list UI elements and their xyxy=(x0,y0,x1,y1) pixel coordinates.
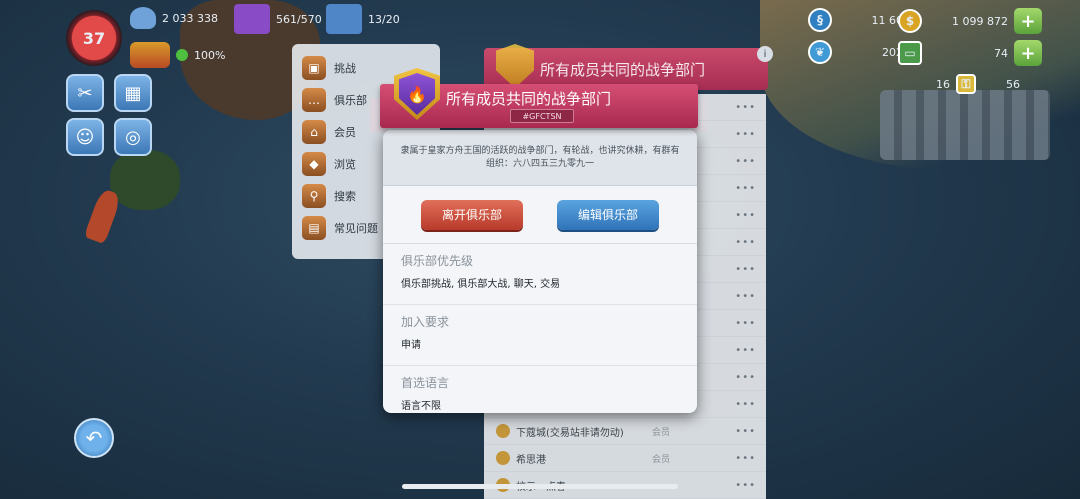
menu-item-label: 俱乐部 xyxy=(334,94,367,107)
happiness-value: 100% xyxy=(194,48,226,62)
population-stat[interactable]: 2 033 338 xyxy=(130,7,218,29)
simoleons-stat[interactable]: § 11 602 xyxy=(808,8,910,32)
chest-icon: ▣ xyxy=(302,56,326,80)
more-options-icon[interactable]: ••• xyxy=(735,183,756,194)
member-role: 会员 xyxy=(652,454,671,465)
people-button[interactable]: ☺ xyxy=(66,118,104,156)
dialog-actions: 离开俱乐部 编辑俱乐部 xyxy=(383,186,697,244)
more-options-icon[interactable]: ••• xyxy=(735,291,756,302)
more-options-icon[interactable]: ••• xyxy=(735,399,756,410)
magnifier-icon: ⚲ xyxy=(302,184,326,208)
section-title: 俱乐部优先级 xyxy=(401,254,474,268)
priority-section: 俱乐部优先级 俱乐部挑战, 俱乐部大战, 聊天, 交易 xyxy=(383,244,697,305)
shield-icon: ◆ xyxy=(302,152,326,176)
city-buildings xyxy=(880,90,1050,160)
golden-keys-stat[interactable]: ❦ 2022 xyxy=(808,40,910,64)
smile-icon xyxy=(176,49,188,61)
menu-item-label: 常见问题 xyxy=(334,222,378,235)
storage-icon xyxy=(234,4,270,34)
calendar-icon: ▦ xyxy=(124,82,142,104)
war-value-1: 16 xyxy=(936,77,950,91)
bills-value: 74 xyxy=(994,46,1008,60)
simcash-value: 1 099 872 xyxy=(952,14,1008,28)
more-options-icon[interactable]: ••• xyxy=(735,156,756,167)
undo-arrow-icon: ↶ xyxy=(85,426,103,450)
section-title: 首选语言 xyxy=(401,376,450,390)
gamepad-icon: ◎ xyxy=(125,126,141,148)
storage2-stat[interactable]: 13/20 xyxy=(326,4,400,34)
island xyxy=(110,150,180,210)
member-role: 会员 xyxy=(652,427,671,438)
info-icon[interactable]: i xyxy=(757,46,773,62)
storage2-value: 13/20 xyxy=(368,12,400,26)
crown-icon xyxy=(130,42,170,68)
war-value-2: 56 xyxy=(1006,77,1020,91)
level-badge[interactable]: 37 xyxy=(66,10,122,66)
warehouse-icon xyxy=(326,4,362,34)
leave-club-button[interactable]: 离开俱乐部 xyxy=(421,199,523,230)
happiness-stat[interactable]: 100% xyxy=(130,42,225,68)
simcash-icon: $ xyxy=(898,9,922,33)
club-tag: #GFCTSN xyxy=(510,109,574,123)
section-value: 申请 xyxy=(401,340,421,351)
member-name: 下蔻城(交易站非请勿动) xyxy=(516,427,624,439)
more-options-icon[interactable]: ••• xyxy=(735,372,756,383)
back-button[interactable]: ↶ xyxy=(74,418,114,458)
bank-icon: ⌂ xyxy=(302,120,326,144)
more-options-icon[interactable]: ••• xyxy=(735,264,756,275)
edit-club-button[interactable]: 编辑俱乐部 xyxy=(557,199,659,230)
more-options-icon[interactable]: ••• xyxy=(735,129,756,140)
section-value: 语言不限 xyxy=(401,401,441,412)
list-item[interactable]: 下蔻城(交易站非请勿动) 会员 ••• xyxy=(484,418,766,445)
calendar-button[interactable]: ▦ xyxy=(114,74,152,112)
section-value: 俱乐部挑战, 俱乐部大战, 聊天, 交易 xyxy=(401,279,561,290)
storage-stat[interactable]: 561/570 xyxy=(234,4,322,34)
menu-item-label: 挑战 xyxy=(334,62,356,75)
add-simcash-button[interactable]: + xyxy=(1014,8,1042,34)
people-icon: ☺ xyxy=(75,126,95,148)
population-icon xyxy=(130,7,156,29)
simcash-stat[interactable]: $ 1 099 872 + xyxy=(898,8,1042,34)
simoleon-icon: § xyxy=(808,8,832,32)
bills-icon: ▭ xyxy=(898,41,922,65)
war-stat[interactable]: 16 ⚿ 56 xyxy=(906,74,1020,94)
menu-item-label: 浏览 xyxy=(334,158,356,171)
book-icon: ▤ xyxy=(302,216,326,240)
tools-button[interactable]: ✂ xyxy=(66,74,104,112)
population-value: 2 033 338 xyxy=(162,11,218,25)
menu-item-label: 搜索 xyxy=(334,190,356,203)
leaf-icon: ❦ xyxy=(808,40,832,64)
language-section: 首选语言 语言不限 xyxy=(383,366,697,413)
club-info-dialog: 隶属于皇家方舟王国的活跃的战争部门，有轮战，也讲究休耕，有群有组织：六八四五三九… xyxy=(383,130,697,413)
section-title: 加入要求 xyxy=(401,315,450,329)
more-options-icon[interactable]: ••• xyxy=(735,453,756,464)
add-bills-button[interactable]: + xyxy=(1014,40,1042,66)
gamepad-button[interactable]: ◎ xyxy=(114,118,152,156)
background-club-name: 所有成员共同的战争部门 xyxy=(540,60,706,79)
chat-icon: … xyxy=(302,88,326,112)
more-options-icon[interactable]: ••• xyxy=(735,210,756,221)
list-item[interactable]: 希思港 会员 ••• xyxy=(484,445,766,472)
level-value: 37 xyxy=(82,28,106,48)
more-options-icon[interactable]: ••• xyxy=(735,426,756,437)
club-description: 隶属于皇家方舟王国的活跃的战争部门，有轮战，也讲究休耕，有群有组织：六八四五三九… xyxy=(400,146,680,169)
key-icon: ⚿ xyxy=(956,74,976,94)
home-indicator[interactable] xyxy=(402,484,678,489)
more-options-icon[interactable]: ••• xyxy=(735,345,756,356)
more-options-icon[interactable]: ••• xyxy=(735,237,756,248)
gear-icon xyxy=(496,451,510,465)
menu-item-label: 会员 xyxy=(334,126,356,139)
member-name: 希思港 xyxy=(516,454,546,466)
more-options-icon[interactable]: ••• xyxy=(735,318,756,329)
more-options-icon[interactable]: ••• xyxy=(735,102,756,113)
storage-value: 561/570 xyxy=(276,12,322,26)
tools-icon: ✂ xyxy=(77,82,93,104)
ship xyxy=(83,187,123,245)
bills-stat[interactable]: ▭ 74 + xyxy=(898,40,1042,66)
requirement-section: 加入要求 申请 xyxy=(383,305,697,366)
club-title: 所有成员共同的战争部门 xyxy=(446,90,612,108)
club-description-area: 隶属于皇家方舟王国的活跃的战争部门，有轮战，也讲究休耕，有群有组织：六八四五三九… xyxy=(383,130,697,186)
more-options-icon[interactable]: ••• xyxy=(735,480,756,491)
gear-icon xyxy=(496,424,510,438)
